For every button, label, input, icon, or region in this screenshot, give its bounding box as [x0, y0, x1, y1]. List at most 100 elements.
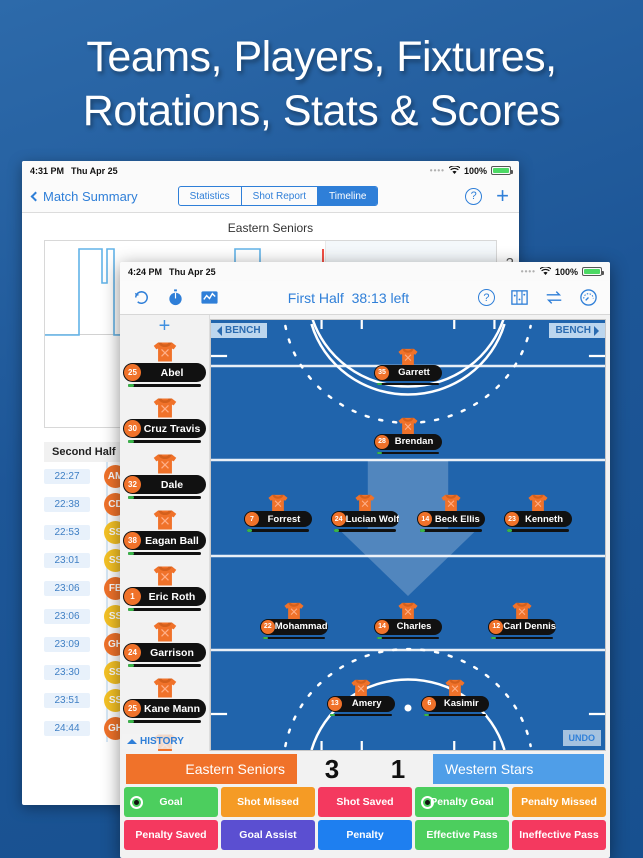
status-time: 4:24 PM [128, 266, 163, 277]
away-score: 1 [390, 753, 406, 784]
stamina-bar [377, 451, 439, 455]
action-label: Goal Assist [239, 829, 297, 841]
help-icon[interactable]: ? [477, 289, 495, 306]
event-time: 23:30 [44, 664, 90, 680]
action-penalty-saved[interactable]: Penalty Saved [124, 820, 218, 850]
stamina-bar [128, 552, 201, 555]
tab-timeline[interactable]: Timeline [318, 187, 378, 205]
bench-right-button[interactable]: BENCH [549, 323, 605, 338]
action-penalty-goal[interactable]: Penalty Goal [415, 787, 509, 817]
bench-player[interactable]: 30 Cruz Travis [120, 393, 209, 449]
player-name-bar: 1 Eric Roth [123, 587, 206, 606]
player-name: Kenneth [525, 513, 564, 525]
back-button[interactable]: Match Summary [30, 188, 138, 204]
view-segmented-control[interactable]: Statistics Shot Report Timeline [177, 186, 379, 206]
chart-line-icon[interactable] [200, 288, 219, 307]
action-ineffective-pass[interactable]: Ineffective Pass [512, 820, 606, 850]
event-time: 23:51 [44, 692, 90, 708]
player-name-bar: 28 Brendan [374, 433, 442, 450]
player-number: 22 [260, 619, 275, 634]
event-time: 23:09 [44, 636, 90, 652]
undo-button[interactable]: UNDO [562, 730, 601, 746]
bench-player[interactable]: 25 Abel [120, 337, 209, 393]
help-icon[interactable]: ? [465, 187, 483, 205]
away-team-button[interactable]: Western Stars [433, 754, 604, 784]
player-name-bar: 22 Mohammad [259, 618, 328, 635]
event-time: 22:38 [44, 496, 90, 512]
tab-statistics[interactable]: Statistics [179, 187, 242, 205]
action-shot-missed[interactable]: Shot Missed [221, 787, 315, 817]
action-label: Penalty Saved [135, 829, 207, 841]
battery-icon [491, 166, 513, 175]
player-name-bar: 14 Beck Ellis [417, 511, 486, 527]
player-name-bar: 6 Kasimir [421, 695, 490, 712]
chevron-up-icon [127, 739, 137, 744]
bench-player[interactable]: 38 Eagan Ball [120, 505, 209, 561]
history-button[interactable]: HISTORY [122, 734, 189, 749]
status-time: 4:31 PM [30, 165, 65, 176]
navigation-bar: Match Summary Statistics Shot Report Tim… [22, 180, 519, 213]
stopwatch-icon[interactable] [166, 288, 185, 307]
action-goal-assist[interactable]: Goal Assist [221, 820, 315, 850]
stamina-bar [128, 664, 201, 667]
page-title: Teams, Players, Fixtures, Rotations, Sta… [0, 30, 643, 138]
gauge-icon[interactable] [579, 288, 598, 307]
action-effective-pass[interactable]: Effective Pass [415, 820, 509, 850]
bench-player[interactable]: 25 Kane Mann [120, 673, 209, 729]
bench-player[interactable]: 24 Garrison [120, 617, 209, 673]
bench-left-button[interactable]: BENCH [211, 323, 267, 338]
player-number: 13 [327, 696, 342, 711]
bench-left-label: BENCH [225, 325, 261, 336]
radio-icon [421, 795, 434, 809]
event-time: 24:44 [44, 720, 90, 736]
pitch-map-icon[interactable] [510, 288, 529, 307]
stamina-bar [128, 440, 201, 443]
bench-player[interactable]: 1 Eric Roth [120, 561, 209, 617]
action-shot-saved[interactable]: Shot Saved [318, 787, 412, 817]
action-button-grid: Goal Shot Missed Shot Saved Penalty Goal… [120, 787, 610, 850]
back-button-label: Match Summary [43, 188, 138, 204]
player-name: Amery [351, 698, 382, 710]
player-name-bar: 25 Kane Mann [123, 699, 206, 718]
player-name: Abel [160, 366, 184, 379]
player-name-bar: 38 Eagan Ball [123, 531, 206, 550]
player-name-bar: 13 Amery [326, 695, 395, 712]
swap-icon[interactable] [544, 288, 564, 307]
status-bar: 4:31 PM Thu Apr 25 •••• 100% [22, 161, 519, 180]
rotate-icon[interactable] [132, 288, 151, 307]
action-goal[interactable]: Goal [124, 787, 218, 817]
stamina-bar [128, 384, 201, 387]
add-player-button[interactable]: + [120, 315, 209, 337]
jersey-icon [152, 507, 178, 533]
player-number: 30 [124, 420, 141, 437]
player-name: Carl Dennis [503, 621, 557, 632]
chevron-left-icon [217, 325, 222, 336]
add-icon[interactable]: + [496, 185, 509, 207]
player-name: Cruz Travis [143, 422, 201, 435]
player-name-bar: 25 Abel [123, 363, 206, 382]
stamina-bar [128, 496, 201, 499]
bench-player[interactable]: 32 Dale [120, 449, 209, 505]
battery-icon [582, 267, 604, 276]
signal-dots-icon: •••• [429, 166, 445, 175]
stamina-bar [377, 636, 439, 639]
player-name-bar: 23 Kenneth [504, 511, 573, 527]
radio-icon [130, 795, 143, 809]
player-number: 6 [422, 696, 437, 711]
action-label: Goal [159, 796, 183, 808]
player-number: 24 [124, 644, 141, 661]
bench-list[interactable]: + 25 Abel 30 Cruz Travis 32 Dale 38 Eaga… [120, 315, 210, 751]
stamina-bar [128, 608, 201, 611]
pitch[interactable]: BENCH BENCH 35 Garrett 28 Brendan 7 Forr… [210, 319, 606, 751]
player-name: Garrett [398, 367, 430, 379]
player-name: Charles [396, 621, 432, 632]
action-label: Penalty Missed [521, 796, 597, 808]
tab-shot-report[interactable]: Shot Report [242, 187, 319, 205]
stamina-bar [246, 529, 309, 532]
bench-right-label: BENCH [555, 325, 591, 336]
home-team-button[interactable]: Eastern Seniors [126, 754, 297, 784]
action-penalty[interactable]: Penalty [318, 820, 412, 850]
player-number: 12 [489, 619, 504, 634]
action-penalty-missed[interactable]: Penalty Missed [512, 787, 606, 817]
player-name: Kasimir [443, 698, 479, 710]
